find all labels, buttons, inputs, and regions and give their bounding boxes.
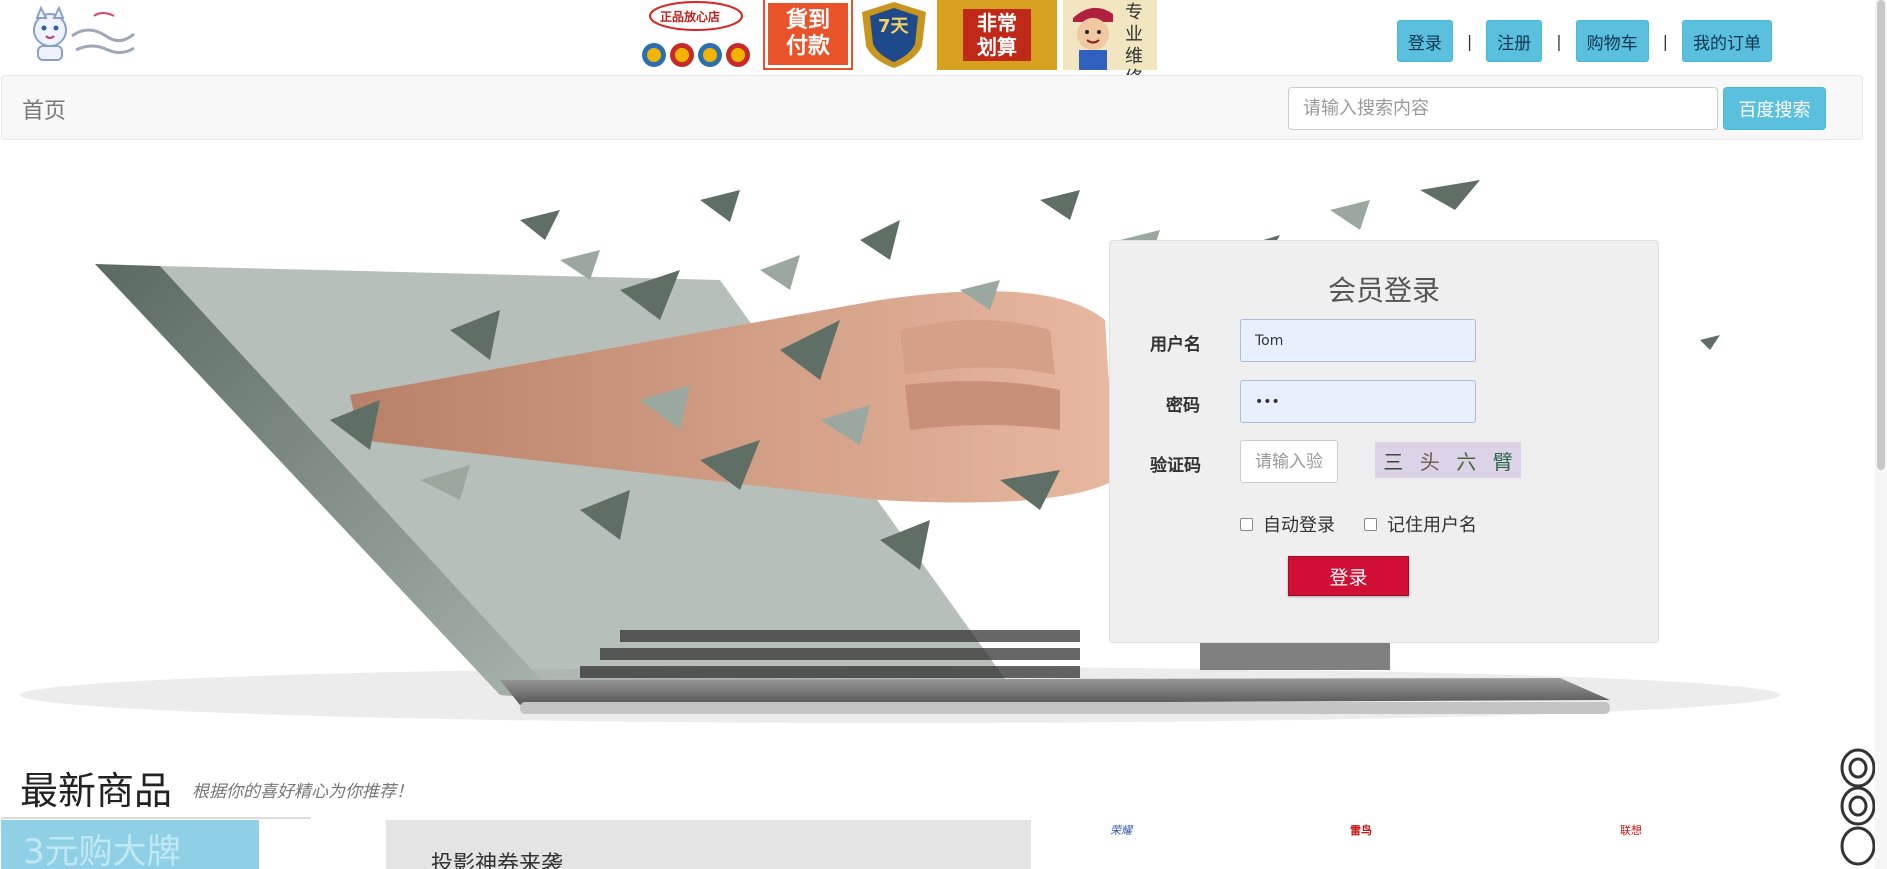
top-bar: 正品放心店 貨到付款 7天 非常划算 专业维修 登录 | 注册 xyxy=(0,0,1887,89)
captcha-char: 头 xyxy=(1419,449,1440,474)
promo-cod-text: 貨到付款 xyxy=(785,8,830,59)
login-submit-button[interactable]: 登录 xyxy=(1288,556,1409,596)
captcha-char: 臂 xyxy=(1492,449,1513,474)
promo-bargain-text: 非常划算 xyxy=(963,9,1031,61)
captcha-char: 六 xyxy=(1456,449,1477,474)
checkbox-box[interactable] xyxy=(1240,517,1253,531)
floating-service-icon[interactable] xyxy=(1838,748,1878,869)
promo-store-badge-text: 正品放心店 xyxy=(660,10,721,24)
search-input[interactable] xyxy=(1288,87,1718,130)
promo-bargain[interactable]: 非常划算 xyxy=(937,0,1057,70)
product-tile-text: 投影神券来袭 xyxy=(431,852,564,869)
link-separator: | xyxy=(1556,31,1562,51)
section-subtitle: 根据你的喜好精心为你推荐！ xyxy=(192,782,413,802)
captcha-input[interactable] xyxy=(1240,440,1338,483)
brand-lenovo[interactable]: 联想 xyxy=(1620,822,1642,838)
link-separator: | xyxy=(1466,31,1473,51)
captcha-char: 三 xyxy=(1383,449,1404,474)
captcha-image[interactable]: 三 头 六 臂 xyxy=(1375,442,1521,478)
auto-login-checkbox[interactable]: 自动登录 xyxy=(1240,511,1335,537)
page: 正品放心店 貨到付款 7天 非常划算 专业维修 登录 | 注册 xyxy=(0,0,1887,869)
link-separator: | xyxy=(1662,31,1668,51)
account-links: 登录 | 注册 | 购物车 | 我的订单 xyxy=(1396,20,1772,62)
auto-login-label: 自动登录 xyxy=(1263,515,1335,536)
login-panel: 会员登录 用户名 密码 验证码 三 头 六 臂 自动登录 记住用户名 登录 xyxy=(1109,240,1659,643)
register-link[interactable]: 注册 xyxy=(1486,20,1543,62)
login-title: 会员登录 xyxy=(1327,274,1440,307)
username-label: 用户名 xyxy=(1150,335,1201,355)
checkbox-box[interactable] xyxy=(1364,517,1377,531)
search-button[interactable]: 百度搜索 xyxy=(1723,87,1826,130)
promo-cash-on-delivery[interactable]: 貨到付款 xyxy=(763,0,853,70)
password-label: 密码 xyxy=(1166,396,1200,416)
product-tile-text: 3元购大牌 xyxy=(23,832,181,869)
site-logo[interactable] xyxy=(28,6,140,64)
captcha-label: 验证码 xyxy=(1150,456,1201,476)
remember-username-label: 记住用户名 xyxy=(1387,515,1477,536)
scrollbar-thumb[interactable] xyxy=(1877,0,1885,470)
login-link[interactable]: 登录 xyxy=(1396,20,1453,62)
product-tile-promo[interactable]: 3元购大牌 xyxy=(1,820,259,869)
password-input[interactable] xyxy=(1240,380,1476,423)
section-divider xyxy=(1,817,311,819)
section-title: 最新商品 xyxy=(20,769,173,813)
promo-7day-text: 7天 xyxy=(878,16,909,37)
remember-username-checkbox[interactable]: 记住用户名 xyxy=(1364,511,1477,537)
my-orders-link[interactable]: 我的订单 xyxy=(1682,20,1772,62)
brand-thunderbird[interactable]: 雷鸟 xyxy=(1350,822,1372,838)
page-scrollbar[interactable] xyxy=(1875,0,1887,869)
navbar: 首页 百度搜索 xyxy=(1,75,1863,140)
product-tile-projector[interactable]: 投影神券来袭 xyxy=(386,820,1031,869)
brand-honor[interactable]: 荣耀 xyxy=(1110,822,1132,838)
nav-home-link[interactable]: 首页 xyxy=(22,93,66,125)
cart-link[interactable]: 购物车 xyxy=(1575,20,1649,62)
username-input[interactable] xyxy=(1240,319,1476,362)
